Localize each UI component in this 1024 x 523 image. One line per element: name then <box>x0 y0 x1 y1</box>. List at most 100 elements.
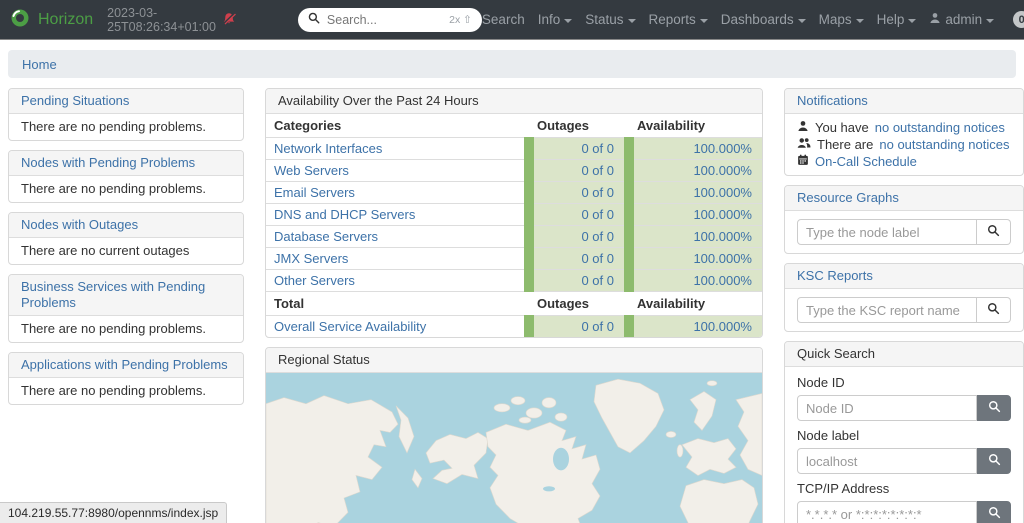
panel-title[interactable]: Notifications <box>797 93 868 108</box>
availability-value[interactable]: 100.000% <box>693 163 752 178</box>
availability-value[interactable]: 100.000% <box>693 141 752 156</box>
panel-business-services-pending: Business Services with Pending Problems … <box>8 274 244 343</box>
top-navbar: Horizon 2023-03-25T08:26:34+01:00 2x ⇧ S… <box>0 0 1024 40</box>
table-row: JMX Servers 0 of 0 100.000% <box>266 248 762 270</box>
panel-ksc-reports: KSC Reports <box>784 263 1024 332</box>
main-content: Pending Situations There are no pending … <box>8 88 1024 523</box>
search-shortcut-hint: 2x ⇧ <box>449 14 472 26</box>
total-label: Total <box>266 292 529 316</box>
panel-nodes-pending-problems: Nodes with Pending Problems There are no… <box>8 150 244 203</box>
panel-title[interactable]: KSC Reports <box>797 268 873 283</box>
nav-item-maps[interactable]: Maps <box>819 12 864 27</box>
search-icon <box>988 453 1001 470</box>
node-label-label: Node label <box>797 428 1011 444</box>
outstanding-notices-link[interactable]: no outstanding notices <box>879 137 1009 152</box>
column-header-availability: Availability <box>629 114 762 138</box>
category-link[interactable]: JMX Servers <box>274 251 348 266</box>
panel-title[interactable]: Resource Graphs <box>797 190 899 205</box>
notification-item-oncall: On-Call Schedule <box>797 153 1011 170</box>
panel-title[interactable]: Applications with Pending Problems <box>21 357 228 372</box>
table-row: DNS and DHCP Servers 0 of 0 100.000% <box>266 204 762 226</box>
global-search-box[interactable]: 2x ⇧ <box>298 8 482 32</box>
table-row: Other Servers 0 of 0 100.000% <box>266 270 762 292</box>
column-header-availability: Availability <box>629 292 762 316</box>
breadcrumb: Home <box>8 50 1016 78</box>
outages-value[interactable]: 0 of 0 <box>581 229 614 244</box>
panel-title: Regional Status <box>278 352 370 367</box>
category-link[interactable]: Web Servers <box>274 163 349 178</box>
notification-item-user: You have no outstanding notices <box>797 119 1011 136</box>
nav-item-user-admin[interactable]: admin <box>929 12 994 27</box>
panel-pending-situations: Pending Situations There are no pending … <box>8 88 244 141</box>
panel-applications-pending: Applications with Pending Problems There… <box>8 352 244 405</box>
category-link[interactable]: DNS and DHCP Servers <box>274 207 415 222</box>
availability-value[interactable]: 100.000% <box>693 251 752 266</box>
ip-address-input[interactable] <box>797 501 977 523</box>
availability-value[interactable]: 100.000% <box>693 319 752 334</box>
chevron-down-icon <box>986 19 994 23</box>
category-link[interactable]: Overall Service Availability <box>274 319 426 334</box>
ip-address-search-button[interactable] <box>977 501 1011 523</box>
category-link[interactable]: Network Interfaces <box>274 141 382 156</box>
table-row: Email Servers 0 of 0 100.000% <box>266 182 762 204</box>
navbar-menu: Search Info Status Reports Dashboards Ma… <box>482 9 1024 30</box>
on-call-schedule-link[interactable]: On-Call Schedule <box>815 154 917 169</box>
outages-value[interactable]: 0 of 0 <box>581 141 614 156</box>
panel-title[interactable]: Business Services with Pending Problems <box>21 279 205 310</box>
node-label-search-button[interactable] <box>977 448 1011 474</box>
outages-value[interactable]: 0 of 0 <box>581 163 614 178</box>
notices-badge[interactable]: 0 <box>1013 11 1024 28</box>
panel-title[interactable]: Nodes with Pending Problems <box>21 155 195 170</box>
availability-value[interactable]: 100.000% <box>693 185 752 200</box>
column-header-outages: Outages <box>529 292 629 316</box>
availability-value[interactable]: 100.000% <box>693 207 752 222</box>
node-id-input[interactable] <box>797 395 977 421</box>
node-label-input[interactable] <box>797 448 977 474</box>
regional-status-map[interactable] <box>266 373 762 523</box>
resource-graphs-search-button[interactable] <box>977 219 1011 245</box>
outages-value[interactable]: 0 of 0 <box>581 273 614 288</box>
user-icon <box>797 120 809 135</box>
server-timestamp: 2023-03-25T08:26:34+01:00 <box>107 6 236 34</box>
chevron-down-icon <box>798 19 806 23</box>
resource-graphs-node-input[interactable] <box>797 219 977 245</box>
notification-prefix: There are <box>817 137 873 152</box>
nav-item-dashboards[interactable]: Dashboards <box>721 12 806 27</box>
outages-value[interactable]: 0 of 0 <box>581 185 614 200</box>
opennms-logo-icon <box>10 8 30 31</box>
category-link[interactable]: Database Servers <box>274 229 378 244</box>
availability-value[interactable]: 100.000% <box>693 229 752 244</box>
global-search-input[interactable] <box>327 13 442 27</box>
availability-value[interactable]: 100.000% <box>693 273 752 288</box>
ksc-report-name-input[interactable] <box>797 297 977 323</box>
left-column: Pending Situations There are no pending … <box>8 88 244 414</box>
browser-link-preview: 104.219.55.77:8980/opennms/index.jsp <box>0 502 227 523</box>
nav-item-help[interactable]: Help <box>877 12 917 27</box>
panel-quick-search: Quick Search Node ID Node label <box>784 341 1024 523</box>
chevron-down-icon <box>700 19 708 23</box>
brand[interactable]: Horizon <box>10 8 93 31</box>
panel-body-text: There are no current outages <box>9 238 243 264</box>
chevron-down-icon <box>856 19 864 23</box>
category-link[interactable]: Other Servers <box>274 273 355 288</box>
category-link[interactable]: Email Servers <box>274 185 355 200</box>
outstanding-notices-link[interactable]: no outstanding notices <box>875 120 1005 135</box>
nav-item-info[interactable]: Info <box>538 12 573 27</box>
node-id-label: Node ID <box>797 375 1011 391</box>
outages-value[interactable]: 0 of 0 <box>581 319 614 334</box>
nav-item-reports[interactable]: Reports <box>649 12 708 27</box>
ksc-reports-search-button[interactable] <box>977 297 1011 323</box>
outages-value[interactable]: 0 of 0 <box>581 207 614 222</box>
node-id-search-button[interactable] <box>977 395 1011 421</box>
nav-item-status[interactable]: Status <box>585 12 635 27</box>
ip-address-label: TCP/IP Address <box>797 481 1011 497</box>
panel-title[interactable]: Nodes with Outages <box>21 217 138 232</box>
outages-value[interactable]: 0 of 0 <box>581 251 614 266</box>
bell-slash-icon <box>222 12 236 28</box>
panel-resource-graphs: Resource Graphs <box>784 185 1024 254</box>
panel-title[interactable]: Pending Situations <box>21 93 129 108</box>
breadcrumb-home-link[interactable]: Home <box>22 57 57 72</box>
search-icon <box>988 400 1001 417</box>
right-column: Notifications You have no outstanding no… <box>784 88 1024 523</box>
nav-item-search[interactable]: Search <box>482 12 525 27</box>
